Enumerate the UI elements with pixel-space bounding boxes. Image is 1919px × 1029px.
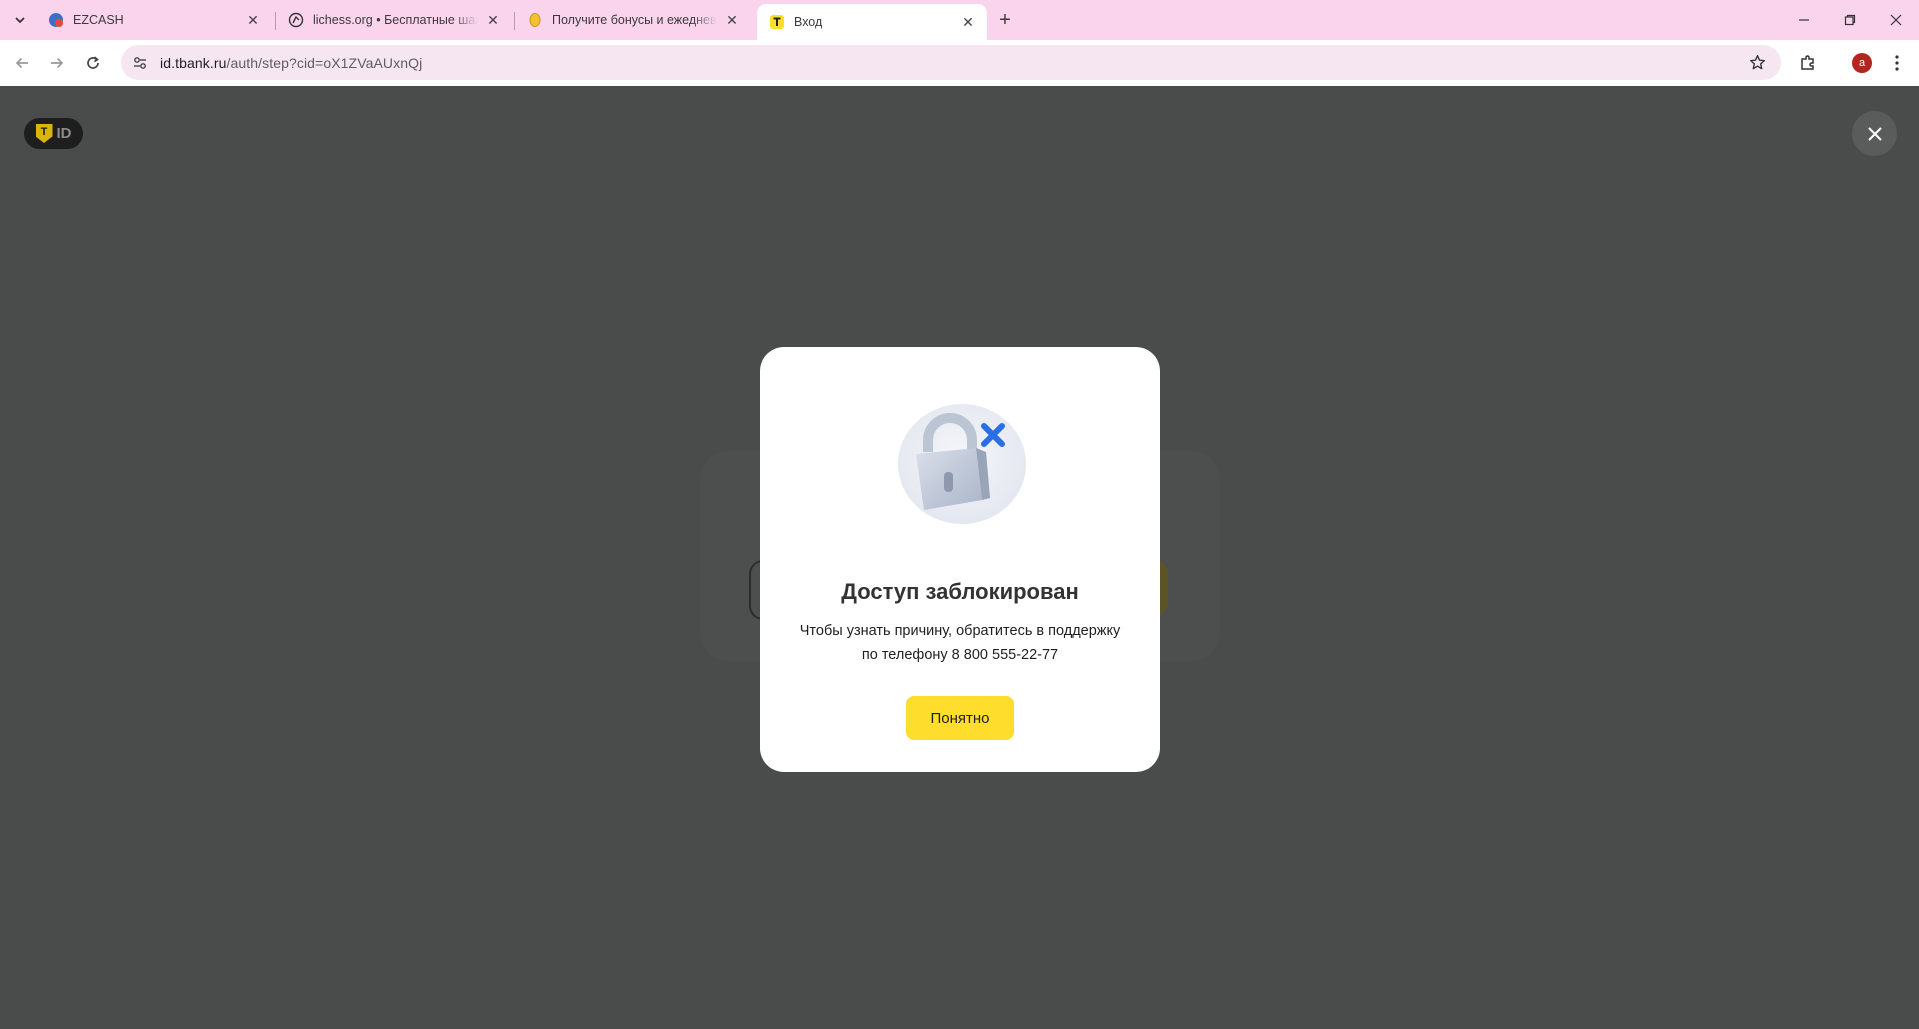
window-close-icon[interactable]: [1873, 0, 1919, 40]
profile-avatar[interactable]: a: [1847, 48, 1877, 78]
url-path: /auth/step?cid=oX1ZVaAUxnQj: [226, 54, 423, 71]
tab-title: lichess.org • Бесплатные шахм: [313, 13, 478, 27]
url-text: id.tbank.ru/auth/step?cid=oX1ZVaAUxnQj: [160, 55, 422, 71]
dialog-message-line: по телефону 8 800 555-22-77: [861, 647, 1059, 663]
back-arrow-icon[interactable]: [7, 48, 37, 78]
restore-icon[interactable]: [1827, 0, 1873, 40]
tab-title: Вход: [794, 15, 823, 29]
tab-title: EZCASH: [73, 13, 124, 27]
site-settings-tune-icon[interactable]: [126, 49, 154, 77]
dialog-message-line: Чтобы узнать причину, обратитесь в подде…: [799, 623, 1121, 639]
tab-ezcash[interactable]: EZCASH ✕: [36, 4, 272, 36]
locked-padlock-icon: [890, 402, 1030, 532]
address-bar[interactable]: id.tbank.ru/auth/step?cid=oX1ZVaAUxnQj: [121, 45, 1781, 80]
dialog-message: Чтобы узнать причину, обратитесь в подде…: [780, 619, 1140, 667]
url-host: id.tbank.ru: [160, 54, 227, 71]
dialog-title: Доступ заблокирован: [841, 579, 1079, 604]
tab-close-icon[interactable]: ✕: [484, 11, 502, 29]
tab-close-icon[interactable]: ✕: [959, 13, 977, 31]
tab-bonuses[interactable]: Получите бонусы и ежедневн ✕: [515, 4, 751, 36]
reload-icon[interactable]: [78, 48, 108, 78]
minimize-icon[interactable]: [1781, 0, 1827, 40]
tab-close-icon[interactable]: ✕: [723, 11, 741, 29]
profile-initial: a: [1852, 53, 1872, 73]
t-id-logo[interactable]: T ID: [24, 118, 83, 149]
tbank-shield-icon: T: [35, 124, 53, 143]
extensions-puzzle-icon[interactable]: [1793, 48, 1823, 78]
bookmark-star-icon[interactable]: [1745, 50, 1769, 74]
ezcash-logo-icon: [48, 12, 64, 28]
coin-icon: [527, 12, 543, 28]
logo-id-text: ID: [56, 125, 72, 142]
menu-kebab-icon[interactable]: [1882, 48, 1912, 78]
forward-arrow-icon[interactable]: [42, 48, 72, 78]
new-tab-plus-icon[interactable]: +: [993, 8, 1017, 32]
tab-search-chevron-down-icon[interactable]: [8, 8, 32, 32]
ok-button[interactable]: Понятно: [906, 696, 1014, 740]
browser-tabstrip: EZCASH ✕ lichess.org • Бесплатные шахм ✕…: [0, 0, 1919, 40]
browser-toolbar: id.tbank.ru/auth/step?cid=oX1ZVaAUxnQj a: [0, 40, 1919, 86]
tab-lichess[interactable]: lichess.org • Бесплатные шахм ✕: [276, 4, 512, 36]
access-blocked-dialog: Доступ заблокирован Чтобы узнать причину…: [760, 347, 1160, 772]
tab-close-icon[interactable]: ✕: [244, 11, 262, 29]
tbank-logo-icon: [769, 14, 785, 30]
tab-login[interactable]: Вход ✕: [757, 4, 987, 40]
page-close-icon[interactable]: [1852, 111, 1897, 156]
tab-title: Получите бонусы и ежедневн: [552, 13, 717, 27]
lichess-knight-icon: [288, 12, 304, 28]
